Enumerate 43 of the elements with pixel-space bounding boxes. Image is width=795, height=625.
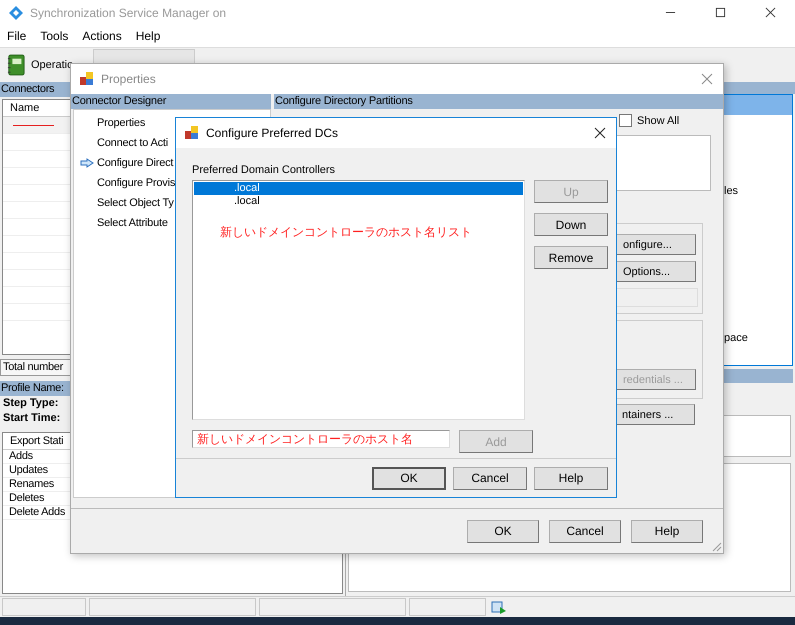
list-item[interactable]: .local: [194, 195, 523, 208]
window-title: Synchronization Service Manager on: [30, 6, 226, 20]
step-item[interactable]: Properties: [97, 117, 146, 129]
menu-item[interactable]: File: [7, 29, 26, 43]
menu-item[interactable]: Help: [136, 29, 160, 43]
step-item[interactable]: Configure Provis: [97, 177, 176, 189]
menu-item[interactable]: Tools: [40, 29, 68, 43]
close-icon[interactable]: [594, 127, 606, 139]
dialog-button[interactable]: Cancel: [453, 466, 527, 490]
dialog-button[interactable]: OK: [372, 466, 446, 490]
dialog-button[interactable]: Cancel: [549, 520, 621, 542]
list-item: pace: [724, 332, 748, 344]
list-label: Preferred Domain Controllers: [192, 164, 336, 176]
dialog-button[interactable]: Help: [534, 466, 608, 490]
step-item[interactable]: Configure Direct: [97, 157, 174, 169]
host-name-field[interactable]: 新しいドメインコントローラのホスト名: [192, 430, 450, 448]
resize-grip-icon[interactable]: [710, 540, 722, 552]
show-all-label: Show All: [637, 114, 680, 126]
page-header: Configure Directory Partitions: [274, 94, 723, 109]
dialog-title: Configure Preferred DCs: [206, 126, 338, 140]
redaction-mark: [13, 125, 54, 126]
step-item[interactable]: Select Attribute: [97, 217, 168, 229]
dialog-icon: [184, 125, 200, 141]
list-item: les: [724, 185, 738, 197]
dialog-button[interactable]: OK: [467, 520, 539, 542]
list-item[interactable]: .local: [194, 182, 523, 195]
app-diamond-icon: [8, 4, 24, 20]
step-item[interactable]: Select Object Ty: [97, 197, 174, 209]
profile-field-label: Start Time:: [2, 411, 62, 426]
close-icon[interactable]: [765, 7, 776, 18]
notebook-icon[interactable]: [7, 53, 25, 77]
dialog-button[interactable]: Remove: [534, 246, 608, 269]
designer-header: Connector Designer: [71, 94, 271, 109]
annotation-text: 新しいドメインコントローラのホスト名リスト: [220, 224, 473, 241]
profile-field-label: Step Type:: [2, 396, 60, 411]
menu-item[interactable]: Actions: [82, 29, 122, 43]
properties-icon: [79, 71, 95, 87]
dialog-button[interactable]: Down: [534, 213, 608, 236]
checkbox[interactable]: [619, 114, 632, 127]
step-item[interactable]: Connect to Acti: [97, 137, 168, 149]
dialog-button[interactable]: Help: [631, 520, 703, 542]
text-field[interactable]: [614, 288, 698, 307]
maximize-icon[interactable]: [715, 7, 726, 18]
